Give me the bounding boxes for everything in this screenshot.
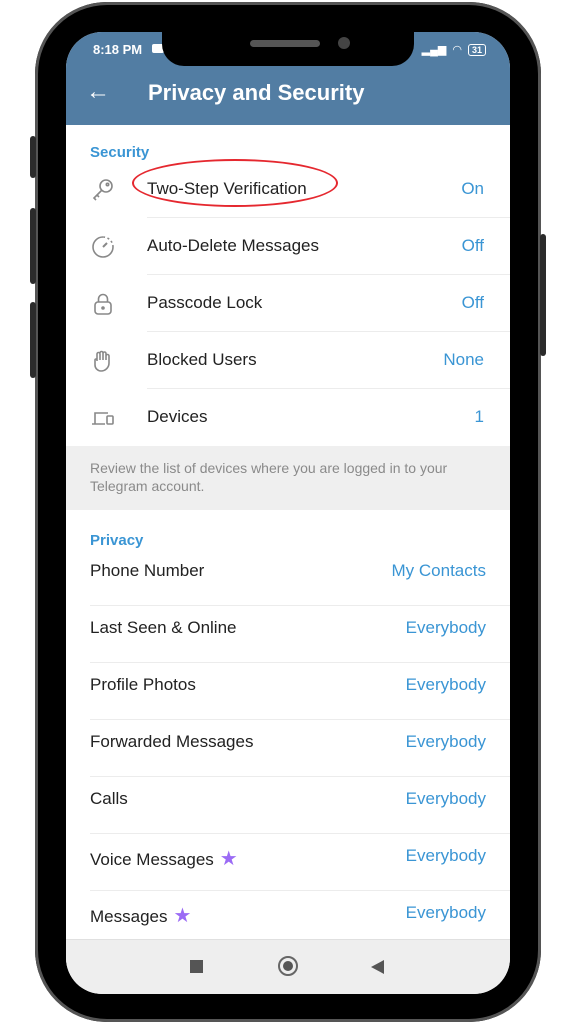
row-value: On: [461, 179, 484, 198]
side-button-top: [30, 136, 36, 178]
row-label: Voice Messages ★: [90, 846, 238, 871]
app-bar: 8:18 PM ▂▄▆ ◠ 31 ← Privacy and Security: [66, 32, 510, 125]
row-value: Everybody: [405, 675, 486, 694]
row-value: None: [443, 350, 484, 369]
row-label: Devices: [147, 407, 208, 426]
row-label: Messages ★: [90, 903, 191, 928]
row-value: Everybody: [405, 732, 486, 751]
row-label: Blocked Users: [147, 350, 257, 369]
row-forwarded-messages[interactable]: Forwarded Messages Everybody: [66, 720, 510, 777]
highlight-annotation: [132, 159, 338, 207]
row-passcode-lock[interactable]: Passcode Lock Off: [66, 275, 510, 332]
row-value: Everybody: [405, 789, 486, 808]
front-camera: [338, 37, 350, 49]
system-icons: ▂▄▆ ◠ 31: [422, 43, 486, 56]
back-button[interactable]: [371, 960, 384, 974]
row-voice-messages[interactable]: Voice Messages ★ Everybody: [66, 834, 510, 891]
row-last-seen[interactable]: Last Seen & Online Everybody: [66, 606, 510, 663]
row-value: 1: [474, 407, 484, 426]
row-value: Off: [461, 236, 484, 255]
row-blocked-users[interactable]: Blocked Users None: [66, 332, 510, 389]
row-label-text: Messages: [90, 907, 168, 926]
hand-icon: [90, 348, 116, 374]
speaker-grille: [250, 40, 320, 47]
devices-info-text: Review the list of devices where you are…: [66, 446, 510, 510]
page-title: Privacy and Security: [148, 80, 365, 105]
premium-star-icon: ★: [219, 848, 238, 870]
screen: 8:18 PM ▂▄▆ ◠ 31 ← Privacy and Security …: [66, 32, 510, 994]
home-icon: [283, 961, 293, 971]
arrow-left-icon[interactable]: ←: [86, 80, 110, 104]
signal-icon: ▂▄▆: [421, 44, 447, 56]
row-label: Passcode Lock: [147, 293, 263, 312]
battery-icon: 31: [467, 43, 486, 56]
row-devices[interactable]: Devices 1: [66, 389, 510, 446]
power-button: [540, 234, 546, 356]
volume-up-button: [30, 208, 36, 284]
volume-down-button: [30, 302, 36, 378]
row-label: Phone Number: [90, 561, 205, 580]
row-profile-photos[interactable]: Profile Photos Everybody: [66, 663, 510, 720]
row-auto-delete-messages[interactable]: Auto-Delete Messages Off: [66, 218, 510, 275]
devices-icon: [90, 405, 116, 431]
row-value: Everybody: [405, 903, 486, 922]
row-value: Off: [461, 293, 484, 312]
key-icon: [90, 177, 116, 203]
premium-star-icon: ★: [173, 905, 192, 927]
row-label: Last Seen & Online: [90, 618, 237, 637]
timer-icon: [90, 234, 116, 260]
row-label: Auto-Delete Messages: [147, 236, 319, 255]
settings-list: Security Two-Step Verification On Auto-D…: [66, 125, 510, 948]
section-header-privacy: Privacy: [90, 532, 144, 549]
camera-notch: [162, 32, 414, 66]
row-label: Profile Photos: [90, 675, 196, 694]
section-header-security: Security: [90, 144, 150, 161]
row-value: Everybody: [405, 618, 486, 637]
lock-icon: [90, 291, 116, 317]
row-label-text: Voice Messages: [90, 850, 214, 869]
row-value: Everybody: [405, 846, 486, 865]
row-value: My Contacts: [391, 561, 486, 580]
row-label: Calls: [90, 789, 128, 808]
system-nav-bar: [66, 939, 510, 994]
status-time: 8:18 PM: [93, 42, 143, 57]
wifi-icon: ◠: [452, 44, 462, 56]
row-calls[interactable]: Calls Everybody: [66, 777, 510, 834]
row-label: Forwarded Messages: [90, 732, 254, 751]
row-phone-number[interactable]: Phone Number My Contacts: [66, 549, 510, 606]
home-button[interactable]: [278, 956, 298, 976]
recents-button[interactable]: [190, 960, 203, 973]
